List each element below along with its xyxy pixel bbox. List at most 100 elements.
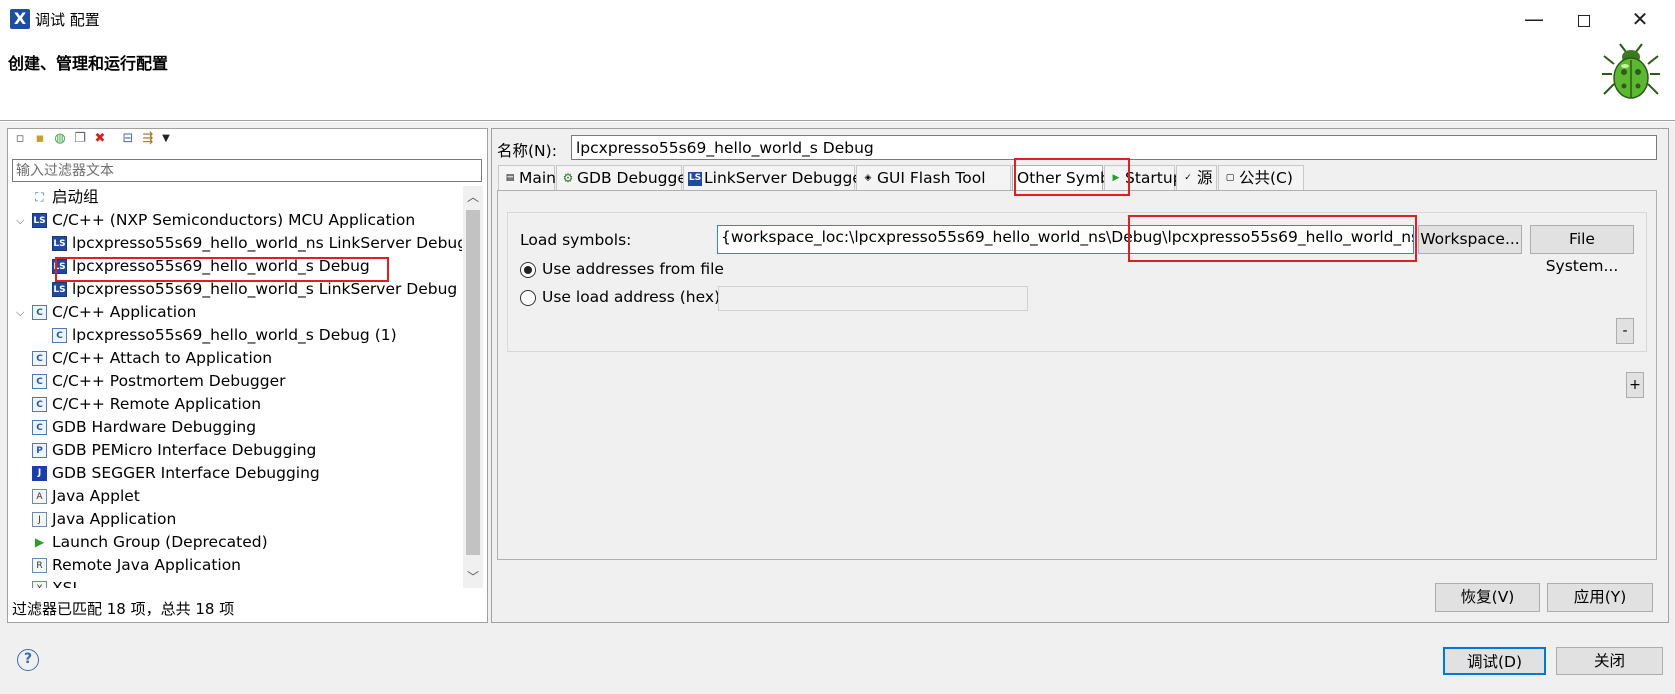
xsl-icon: X (32, 581, 47, 588)
tree-item-label: C/C++ Postmortem Debugger (52, 372, 286, 390)
filter-status: 过滤器已匹配 18 项，总共 18 项 (12, 600, 235, 618)
close-icon: ✕ (1631, 7, 1649, 31)
workspace-button[interactable]: Workspace... (1418, 225, 1522, 254)
scroll-up-icon[interactable]: ︿ (463, 188, 483, 205)
ls-icon: LS (52, 236, 67, 251)
remote-java-icon: R (32, 558, 47, 573)
tree-item-label: C/C++ Remote Application (52, 395, 262, 413)
apply-button[interactable]: 应用(Y) (1547, 583, 1653, 612)
launch-group-icon: ⛶ (35, 190, 44, 204)
app-icon: X (10, 9, 30, 29)
chevron-down-icon[interactable]: ⌵ (16, 301, 28, 324)
banner-title: 创建、管理和运行配置 (8, 54, 169, 73)
tab-label: Startup (1125, 169, 1183, 187)
highlight-box-selected-config (55, 257, 389, 282)
c-icon: C (32, 305, 47, 320)
tree-item-label: GDB SEGGER Interface Debugging (52, 464, 320, 482)
use-load-address-radio[interactable] (520, 290, 536, 306)
tab-label: GDB Debugger (577, 169, 694, 187)
c-icon: C (32, 374, 47, 389)
debug-button[interactable]: 调试(D) (1443, 647, 1546, 675)
title-bar (0, 0, 1675, 38)
remove-symbols-button[interactable]: - (1616, 318, 1634, 344)
bug-icon (1602, 43, 1660, 99)
new-prototype-icon[interactable]: ▪ (32, 131, 48, 147)
highlight-box-symbols (1128, 215, 1417, 262)
c-icon: C (32, 351, 47, 366)
c-icon: C (32, 397, 47, 412)
tree-item-label: Launch Group (Deprecated) (52, 533, 268, 551)
tree-item-label: Java Application (52, 510, 177, 528)
tree-item-label: GDB PEMicro Interface Debugging (52, 441, 317, 459)
maximize-button[interactable] (1556, 0, 1612, 38)
scrollbar-thumb[interactable] (466, 210, 480, 555)
filter-input[interactable] (12, 159, 482, 182)
chevron-down-icon[interactable]: ⌵ (16, 209, 28, 232)
close-button[interactable]: 关闭 (1556, 647, 1663, 675)
tab-label: GUI Flash Tool (877, 169, 986, 187)
tree-item-label: lpcxpresso55s69_hello_world_ns LinkServe… (72, 234, 462, 252)
new-config-icon[interactable]: ▫ (12, 131, 28, 147)
chevron-down-icon[interactable]: ▼ (158, 131, 174, 147)
tab-[interactable]: ✓ 源 (1176, 165, 1217, 191)
tree-item-label: 启动组 (52, 188, 99, 206)
duplicate-icon[interactable]: ❐ (72, 131, 88, 147)
tree-item-label: Java Applet (52, 487, 140, 505)
launch-icon: ▶ (34, 535, 45, 549)
delete-icon[interactable]: ✖ (92, 131, 108, 147)
tab-linkserver-debugger[interactable]: LS LinkServer Debugger (683, 165, 868, 191)
pemicro-icon: P (32, 443, 47, 458)
scroll-down-icon[interactable]: ﹀ (463, 568, 483, 585)
use-addresses-from-file-label[interactable]: Use addresses from file (542, 260, 724, 278)
name-field[interactable] (571, 135, 1657, 160)
tab-label: LinkServer Debugger (704, 169, 869, 187)
load-symbols-label: Load symbols: (520, 231, 632, 249)
name-label: 名称(N): (497, 142, 557, 160)
tree-item-label: GDB Hardware Debugging (52, 418, 257, 436)
configuration-tree: ⛶ 启动组 ⌵ LS C/C++ (NXP Semiconductors) MCU Ap… (12, 186, 462, 588)
c-icon: C (52, 328, 67, 343)
tree-item-label: C/C++ (NXP Semiconductors) MCU Applicati… (52, 211, 416, 229)
help-icon[interactable]: ? (17, 649, 39, 671)
tab-label: Main (519, 169, 557, 187)
highlight-box-tab (1014, 158, 1130, 196)
use-load-address-label[interactable]: Use load address (hex): (542, 288, 725, 306)
common-icon: ▢ (1225, 173, 1235, 183)
tab-label: 源 (1197, 169, 1213, 187)
ls-icon: LS (32, 213, 47, 228)
tree-item-label: XSL (52, 579, 82, 588)
tab-c[interactable]: ▢ 公共(C) (1218, 165, 1304, 191)
revert-button[interactable]: 恢复(V) (1435, 583, 1540, 612)
add-symbols-button[interactable]: + (1626, 372, 1644, 398)
header-banner (0, 38, 1675, 121)
tab-gui-flash-tool[interactable]: ◈ GUI Flash Tool (856, 165, 1011, 191)
use-addresses-from-file-radio[interactable] (520, 262, 536, 278)
window-title: 调试 配置 (35, 11, 100, 29)
tab-main[interactable]: ▤ Main (498, 165, 557, 191)
java-app-icon: J (32, 512, 47, 527)
minimize-button[interactable]: — (1506, 0, 1562, 38)
main-tab-icon: ▤ (505, 173, 515, 183)
load-address-input[interactable] (718, 286, 1028, 311)
tree-item-label: Remote Java Application (52, 556, 242, 574)
flash-icon: ◈ (864, 173, 872, 183)
tab-gdb-debugger[interactable]: ⚙ GDB Debugger (556, 165, 693, 191)
collapse-all-icon[interactable]: ⊟ (120, 131, 136, 147)
ls-icon: LS (688, 172, 702, 186)
filter-icon[interactable]: ⇶ (140, 131, 156, 147)
close-window-button[interactable]: ✕ (1612, 0, 1668, 38)
tree-item-label: C/C++ Attach to Application (52, 349, 273, 367)
ls-icon: LS (52, 282, 67, 297)
minimize-icon: — (1524, 7, 1544, 31)
maximize-icon (1578, 14, 1590, 27)
tree-item-label: C/C++ Application (52, 303, 197, 321)
tab-label: 公共(C) (1239, 169, 1293, 187)
tree-item-label: lpcxpresso55s69_hello_world_s Debug (1) (72, 326, 397, 344)
file-system-button[interactable]: File System... (1530, 225, 1634, 275)
source-icon: ✓ (1184, 173, 1192, 183)
jlink-icon: J (32, 466, 47, 481)
debugger-icon: ⚙ (562, 171, 574, 185)
export-icon[interactable]: ◍ (52, 131, 68, 147)
c-icon: C (32, 420, 47, 435)
java-applet-icon: A (32, 489, 47, 504)
